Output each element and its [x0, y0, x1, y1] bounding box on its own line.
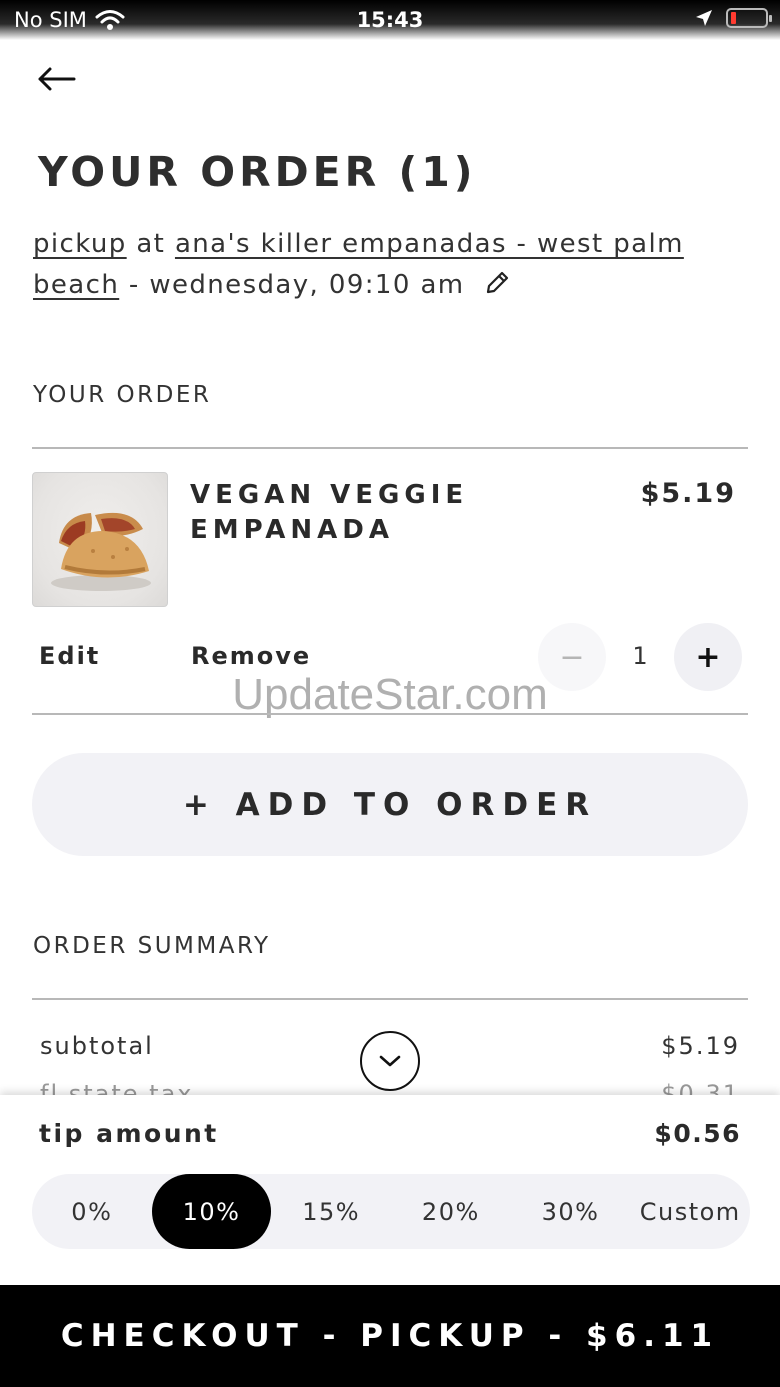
tip-option-15[interactable]: 15%: [271, 1174, 391, 1249]
battery-icon: [726, 8, 772, 28]
divider: [32, 998, 748, 1000]
pickup-at-text: at: [136, 229, 166, 259]
tip-option-10[interactable]: 10%: [151, 1174, 272, 1249]
add-to-order-button[interactable]: + ADD TO ORDER: [32, 753, 748, 856]
empanada-image: [51, 512, 151, 591]
status-bar: No SIM 15:43: [0, 0, 780, 40]
arrow-left-icon: [38, 67, 76, 91]
item-name[interactable]: VEGAN VEGGIE EMPANADA: [190, 478, 550, 548]
edit-pickup-button[interactable]: [484, 268, 510, 309]
tip-amount-value: $0.56: [654, 1119, 741, 1148]
summary-label: subtotal: [40, 1032, 154, 1060]
your-order-label: YOUR ORDER: [33, 382, 212, 408]
item-image[interactable]: [32, 472, 168, 607]
decrease-quantity-button[interactable]: −: [538, 623, 606, 691]
checkout-button[interactable]: CHECKOUT - PICKUP - $6.11: [0, 1284, 780, 1387]
back-button[interactable]: [34, 62, 80, 96]
pickup-time-text: - wednesday, 09:10 am: [128, 270, 465, 300]
status-time: 15:43: [356, 8, 424, 32]
tip-option-0[interactable]: 0%: [32, 1174, 152, 1249]
tip-options: 0% 10% 15% 20% 30% Custom: [32, 1174, 750, 1249]
tip-amount-label: tip amount: [39, 1119, 219, 1148]
order-summary-label: ORDER SUMMARY: [33, 933, 271, 959]
chevron-down-icon: [379, 1055, 401, 1067]
remove-item-button[interactable]: Remove: [191, 642, 311, 670]
divider: [32, 447, 748, 449]
item-quantity: 1: [632, 642, 648, 670]
plus-icon: +: [695, 639, 721, 675]
pickup-mode-link[interactable]: pickup: [33, 229, 127, 259]
divider: [32, 713, 748, 715]
location-arrow-icon: [696, 10, 712, 26]
summary-value: $0.31: [661, 1082, 740, 1096]
item-price: $5.19: [640, 478, 736, 509]
summary-value: $5.19: [661, 1032, 740, 1060]
pencil-icon: [487, 271, 509, 294]
minus-icon: −: [559, 639, 585, 675]
page-title: YOUR ORDER (1): [38, 148, 477, 196]
edit-item-button[interactable]: Edit: [39, 642, 100, 670]
tip-option-20[interactable]: 20%: [391, 1174, 511, 1249]
tip-panel: tip amount $0.56 0% 10% 15% 20% 30% Cust…: [0, 1095, 780, 1285]
collapse-button[interactable]: [360, 1031, 420, 1091]
tip-option-30[interactable]: 30%: [511, 1174, 631, 1249]
pickup-info: pickup at ana's killer empanadas - west …: [33, 224, 748, 309]
tip-option-custom[interactable]: Custom: [630, 1174, 750, 1249]
status-right: [694, 8, 772, 28]
increase-quantity-button[interactable]: +: [674, 623, 742, 691]
